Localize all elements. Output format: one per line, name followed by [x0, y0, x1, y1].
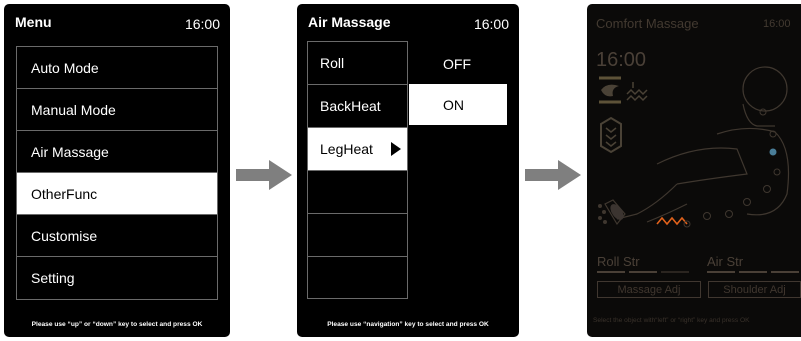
list-item-empty [308, 214, 407, 257]
air-massage-list: Roll BackHeat LegHeat [307, 41, 408, 299]
air-massage-screen: Air Massage 16:00 Roll BackHeat LegHeat … [297, 4, 519, 337]
play-arrow-icon [391, 142, 401, 156]
roll-strength-bar[interactable] [597, 271, 625, 273]
foot-roller-icon [598, 204, 607, 224]
roll-strength-bar[interactable] [661, 271, 689, 273]
roll-strength-label: Roll Str [597, 254, 640, 269]
massage-adj-button[interactable]: Massage Adj [597, 281, 701, 298]
air-strength-bar[interactable] [771, 271, 799, 273]
menu-title: Menu [15, 14, 52, 30]
air-massage-header: Air Massage 16:00 [297, 4, 519, 42]
option-on[interactable]: ON [409, 84, 507, 125]
list-item-empty [308, 171, 407, 214]
air-massage-time: 16:00 [473, 16, 509, 32]
list-item-backheat[interactable]: BackHeat [308, 85, 407, 128]
comfort-massage-footer-hint: Select the object with“left” or “right” … [593, 317, 750, 324]
menu-item-manual-mode[interactable]: Manual Mode [17, 89, 217, 131]
menu-item-customise[interactable]: Customise [17, 215, 217, 257]
comfort-massage-header-time: 16:00 [763, 18, 791, 30]
menu-item-auto-mode[interactable]: Auto Mode [17, 47, 217, 89]
comfort-massage-title: Comfort Massage [596, 16, 699, 31]
list-item-legheat[interactable]: LegHeat [308, 128, 407, 171]
list-item-empty [308, 257, 407, 300]
roll-strength-bar[interactable] [629, 271, 657, 273]
menu-footer-hint: Please use “up” or “down” key to select … [31, 321, 203, 328]
arrow-right-icon [236, 160, 292, 190]
air-strength-bar[interactable] [707, 271, 735, 273]
menu-screen: Menu 16:00 Auto Mode Manual Mode Air Mas… [4, 4, 230, 337]
menu-item-otherfunc[interactable]: OtherFunc [17, 173, 217, 215]
menu-item-setting[interactable]: Setting [17, 257, 217, 299]
air-massage-footer-hint: Please use “navigation” key to select an… [327, 321, 489, 328]
air-strength-label: Air Str [707, 254, 744, 269]
air-strength-bar[interactable] [739, 271, 767, 273]
menu-list: Auto Mode Manual Mode Air Massage OtherF… [16, 46, 218, 300]
body-figure-icon [598, 66, 790, 228]
arrow-right-icon [525, 160, 581, 190]
menu-time: 16:00 [184, 16, 220, 32]
option-off[interactable]: OFF [409, 43, 507, 84]
list-item-legheat-label: LegHeat [320, 141, 373, 157]
list-item-roll[interactable]: Roll [308, 42, 407, 85]
shoulder-adj-button[interactable]: Shoulder Adj [708, 281, 801, 298]
menu-header: Menu 16:00 [4, 4, 230, 42]
air-massage-title: Air Massage [308, 14, 391, 30]
menu-item-air-massage[interactable]: Air Massage [17, 131, 217, 173]
comfort-massage-screen: Comfort Massage 16:00 16:00 Roll Str Air… [587, 4, 801, 337]
